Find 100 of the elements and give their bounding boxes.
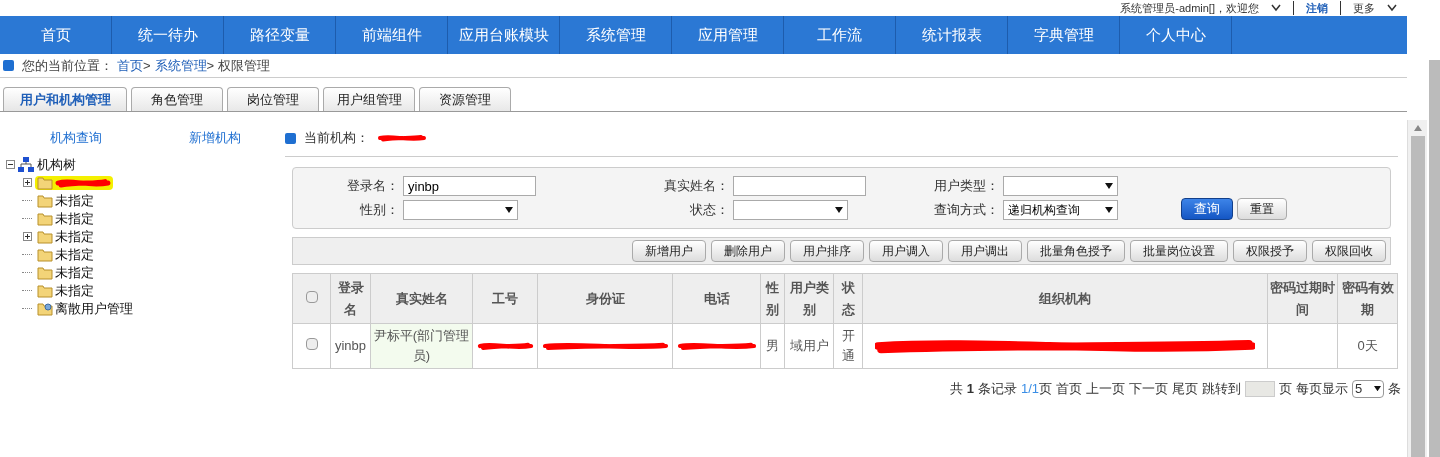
expand-icon[interactable] — [22, 178, 32, 187]
toolbar-button[interactable]: 权限回收 — [1312, 240, 1386, 262]
pagination-link[interactable]: 下一页 — [1129, 379, 1168, 399]
nav-item[interactable]: 工作流 — [784, 16, 896, 54]
toolbar-button[interactable]: 权限授予 — [1233, 240, 1307, 262]
toolbar-button[interactable]: 用户调入 — [869, 240, 943, 262]
toolbar-button[interactable]: 批量岗位设置 — [1130, 240, 1228, 262]
section-icon — [285, 132, 296, 144]
field-label: 真实姓名： — [663, 177, 729, 196]
tree-label: 未指定 — [55, 191, 94, 210]
tab[interactable]: 角色管理 — [131, 87, 223, 111]
folder-user-icon — [37, 301, 53, 316]
toolbar-button[interactable]: 重置 — [1237, 198, 1287, 220]
nav-item[interactable]: 系统管理 — [560, 16, 672, 54]
chevron-down-icon[interactable] — [1387, 4, 1397, 12]
tree-item[interactable]: 离散用户管理 — [35, 298, 135, 319]
pagination-text: 条 — [1388, 380, 1401, 398]
header-cell: 密码有效期 — [1337, 273, 1398, 324]
collapse-icon[interactable] — [6, 160, 15, 169]
breadcrumb-label: 您的当前位置： — [22, 56, 113, 75]
page-size-select[interactable]: 5 — [1352, 379, 1384, 398]
expand-icon[interactable] — [22, 232, 32, 241]
nav-item[interactable]: 应用管理 — [672, 16, 784, 54]
chevron-down-icon[interactable] — [1271, 4, 1281, 12]
section-icon — [3, 60, 14, 71]
folder-icon — [37, 229, 53, 244]
tree-item[interactable]: 未指定 — [35, 226, 96, 247]
breadcrumb-separator: > — [206, 56, 215, 75]
caret-icon — [1105, 183, 1113, 189]
toolbar-button[interactable]: 批量角色授予 — [1027, 240, 1125, 262]
pagination-link[interactable]: 首页 — [1056, 379, 1082, 399]
field-label: 状态： — [689, 201, 729, 220]
more-link[interactable]: 更多 — [1340, 1, 1375, 15]
select-field[interactable] — [733, 200, 848, 220]
toolbar-button[interactable]: 查询 — [1181, 198, 1233, 220]
nav-item[interactable]: 统一待办 — [112, 16, 224, 54]
pagination-text: 页 — [1279, 380, 1292, 398]
pagination-link[interactable]: 上一页 — [1086, 379, 1125, 399]
tree-label: 未指定 — [55, 209, 94, 228]
tree-item[interactable]: 未指定 — [35, 244, 96, 265]
breadcrumb-link[interactable]: 首页 — [117, 55, 143, 76]
select-all-checkbox[interactable] — [305, 290, 318, 303]
header-cell: 性别 — [760, 273, 785, 324]
nav-item[interactable]: 字典管理 — [1008, 16, 1120, 54]
page-input[interactable] — [1245, 380, 1275, 397]
table-cell: 域用户 — [784, 323, 834, 369]
sidebar-link[interactable]: 机构查询 — [6, 128, 146, 148]
record-count: 1 — [966, 380, 974, 398]
welcome-text: 系统管理员-admin[]，欢迎您 — [1120, 1, 1259, 15]
field-label: 性别： — [359, 201, 399, 220]
pagination-link[interactable]: 尾页 — [1172, 379, 1198, 399]
caret-icon — [1105, 207, 1113, 213]
tree-item[interactable]: 未指定 — [35, 208, 96, 229]
toolbar-button[interactable]: 用户调出 — [948, 240, 1022, 262]
breadcrumb-link[interactable]: 系统管理 — [154, 55, 207, 76]
caret-icon — [835, 207, 843, 213]
field-label: 查询方式： — [933, 201, 999, 220]
sidebar-link[interactable]: 新增机构 — [145, 128, 285, 148]
network-icon — [17, 156, 35, 173]
folder-icon — [37, 265, 53, 280]
tree-item[interactable]: 未指定 — [35, 280, 96, 301]
table-cell: 尹标平(部门管理员) — [370, 323, 473, 369]
nav-item[interactable]: 应用台账模块 — [448, 16, 560, 54]
tab[interactable]: 岗位管理 — [227, 87, 319, 111]
header-cell: 密码过期时间 — [1267, 273, 1338, 324]
folder-icon — [37, 193, 53, 208]
tree-root[interactable]: 机构树 — [37, 154, 76, 175]
tree-label: 未指定 — [55, 263, 94, 282]
table-cell: yinbp — [330, 323, 371, 369]
tab[interactable]: 用户和机构管理 — [3, 87, 127, 111]
scroll-up-icon[interactable] — [1413, 125, 1422, 131]
table-cell: 男 — [760, 323, 785, 369]
pagination-text: 共 — [949, 380, 963, 398]
input-field[interactable] — [733, 176, 866, 196]
nav-item[interactable]: 首页 — [0, 16, 112, 54]
toolbar-button[interactable]: 用户排序 — [790, 240, 864, 262]
nav-item[interactable]: 路径变量 — [224, 16, 336, 54]
table-cell: 开通 — [833, 323, 863, 369]
tree-item[interactable]: 未指定 — [35, 190, 96, 211]
nav-item[interactable]: 统计报表 — [896, 16, 1008, 54]
tab[interactable]: 用户组管理 — [323, 87, 415, 111]
toolbar-button[interactable]: 新增用户 — [632, 240, 706, 262]
tree-item[interactable]: 未指定 — [35, 262, 96, 283]
logout-link[interactable]: 注销 — [1293, 1, 1328, 15]
header-cell: 真实姓名 — [370, 273, 473, 324]
select-field[interactable]: 递归机构查询 — [1003, 200, 1118, 220]
row-checkbox[interactable] — [305, 338, 318, 351]
nav-item[interactable]: 个人中心 — [1120, 16, 1232, 54]
scrollbar[interactable] — [1407, 120, 1427, 457]
select-field[interactable] — [403, 200, 518, 220]
tree-item[interactable] — [35, 175, 113, 190]
tree-label: 未指定 — [55, 281, 94, 300]
table-cell: 0天 — [1337, 323, 1398, 369]
input-field[interactable]: yinbp — [403, 176, 536, 196]
redaction-scribble — [377, 133, 427, 143]
select-field[interactable] — [1003, 176, 1118, 196]
header-cell: 电话 — [672, 273, 761, 324]
nav-item[interactable]: 前端组件 — [336, 16, 448, 54]
toolbar-button[interactable]: 删除用户 — [711, 240, 785, 262]
tab[interactable]: 资源管理 — [419, 87, 511, 111]
